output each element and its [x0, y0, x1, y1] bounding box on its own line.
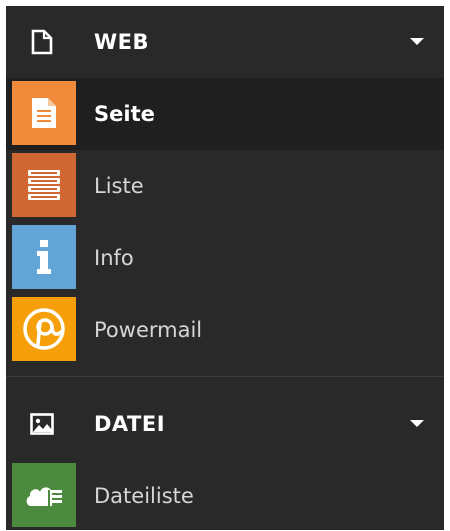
group-divider: [6, 376, 444, 377]
module-label-liste: Liste: [94, 174, 144, 198]
module-label-seite: Seite: [94, 102, 155, 126]
chevron-down-icon[interactable]: [410, 420, 424, 427]
powermail-icon: [12, 297, 76, 361]
module-dateiliste[interactable]: Dateiliste: [6, 460, 444, 530]
group-header-web[interactable]: WEB: [6, 6, 444, 78]
module-label-powermail: Powermail: [94, 318, 203, 342]
info-icon: [12, 225, 76, 289]
module-liste[interactable]: Liste: [6, 150, 444, 222]
module-seite[interactable]: Seite: [6, 78, 444, 150]
module-label-dateiliste: Dateiliste: [94, 484, 194, 508]
image-icon: [28, 410, 56, 438]
page-icon: [12, 81, 76, 145]
cloud-list-icon: [12, 463, 76, 527]
module-menu: WEB Seite Liste Info Powermail DATEI Dat…: [6, 6, 444, 530]
module-info[interactable]: Info: [6, 222, 444, 294]
module-powermail[interactable]: Powermail: [6, 294, 444, 366]
group-header-datei[interactable]: DATEI: [6, 388, 444, 460]
document-icon: [28, 28, 56, 56]
list-icon: [12, 153, 76, 217]
group-title-web: WEB: [94, 30, 150, 54]
group-title-datei: DATEI: [94, 412, 166, 436]
module-label-info: Info: [94, 246, 134, 270]
chevron-down-icon[interactable]: [410, 38, 424, 45]
